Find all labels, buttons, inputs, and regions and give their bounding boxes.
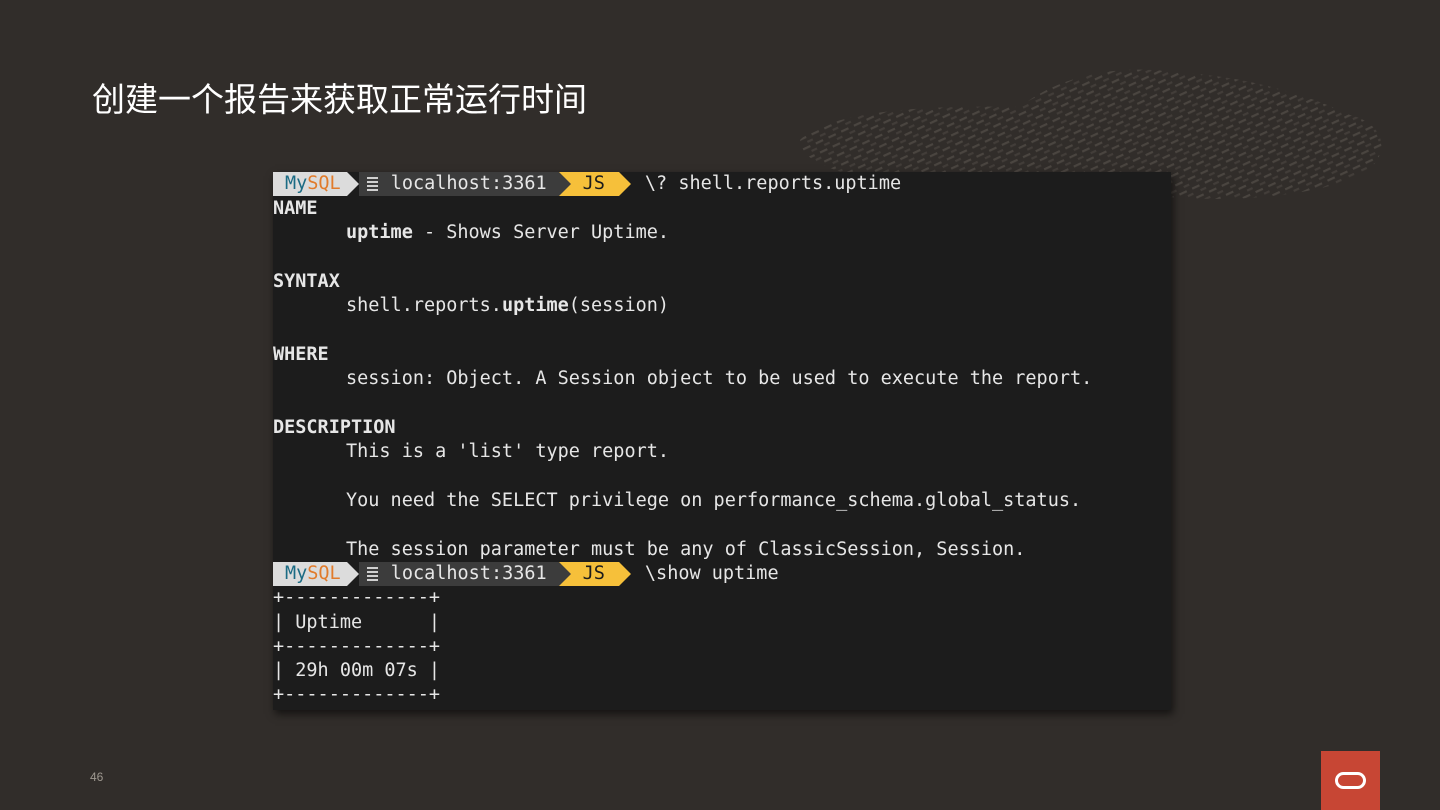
server-icon: [366, 567, 378, 581]
help-name-line: uptime - Shows Server Uptime.: [346, 221, 669, 245]
prompt-separator-arrow: [558, 562, 571, 586]
result-value-row: | 29h 00m 07s |: [273, 660, 441, 681]
prompt-mode-segment: JS: [570, 172, 619, 196]
prompt-my-text: My: [285, 563, 308, 584]
command-text-2: \show uptime: [644, 563, 779, 584]
help-name-heading: NAME: [273, 198, 318, 219]
prompt-mode-segment: JS: [570, 562, 619, 586]
help-syntax-prefix: shell.reports.: [346, 295, 502, 316]
result-border-bottom: +-------------+: [273, 684, 441, 705]
help-desc-line-3: The session parameter must be any of Cla…: [346, 539, 1026, 560]
prompt-end-arrow: [618, 172, 631, 196]
help-description-heading: DESCRIPTION: [273, 417, 396, 438]
help-where-text: session: Object. A Session object to be …: [346, 368, 1093, 389]
help-name-desc: - Shows Server Uptime.: [412, 222, 670, 243]
help-name-cmd: uptime: [346, 222, 413, 243]
prompt-my-text: My: [285, 173, 308, 194]
oracle-logo-icon: [1335, 772, 1366, 789]
help-syntax-heading: SYNTAX: [273, 271, 340, 292]
prompt-mysql-segment: MySQL: [273, 562, 347, 586]
help-desc-line-2: You need the SELECT privilege on perform…: [346, 490, 1082, 511]
prompt-separator-arrow: [346, 172, 359, 196]
prompt-sql-text: SQL: [307, 563, 341, 584]
shell-prompt-2: MySQL localhost:3361 JS \show uptime: [273, 562, 779, 586]
slide-title: 创建一个报告来获取正常运行时间: [92, 80, 587, 119]
help-syntax-fn: uptime: [501, 295, 569, 316]
page-number: 46: [90, 770, 104, 784]
terminal-window[interactable]: MySQL localhost:3361 JS \? shell.reports…: [273, 172, 1171, 710]
prompt-sql-text: SQL: [307, 173, 341, 194]
help-where-heading: WHERE: [273, 344, 329, 365]
server-icon: [366, 177, 378, 191]
result-border-mid: +-------------+: [273, 636, 441, 657]
command-text-1: \? shell.reports.uptime: [644, 173, 902, 194]
prompt-host-text: localhost:3361: [390, 563, 547, 584]
result-border-top: +-------------+: [273, 587, 441, 608]
prompt-host-text: localhost:3361: [390, 173, 547, 194]
prompt-separator-arrow: [558, 172, 571, 196]
prompt-mysql-segment: MySQL: [273, 172, 347, 196]
help-desc-line-1: This is a 'list' type report.: [346, 441, 670, 462]
result-header-row: | Uptime |: [273, 612, 441, 633]
shell-prompt-1: MySQL localhost:3361 JS \? shell.reports…: [273, 172, 901, 196]
prompt-host-segment: localhost:3361: [358, 562, 559, 586]
help-syntax-line: shell.reports.uptime(session): [346, 294, 669, 318]
oracle-logo: [1321, 751, 1380, 810]
prompt-separator-arrow: [346, 562, 359, 586]
prompt-host-segment: localhost:3361: [358, 172, 559, 196]
help-syntax-args: (session): [568, 295, 670, 316]
prompt-end-arrow: [618, 562, 631, 586]
